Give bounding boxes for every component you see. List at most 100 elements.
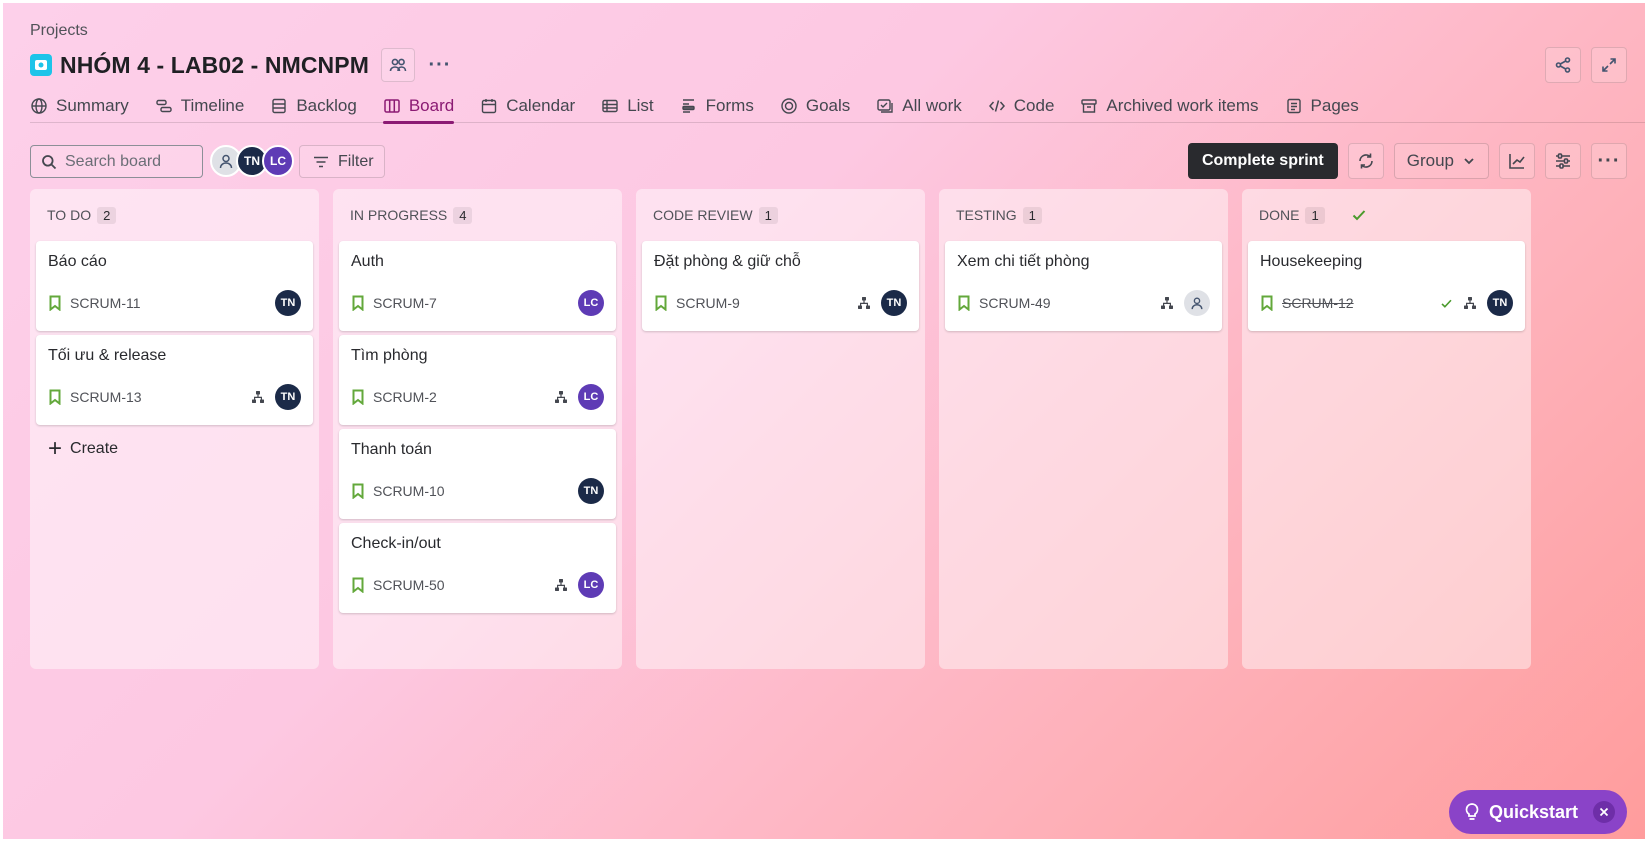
column-testing: TESTING 1 Xem chi tiết phòng SCRUM-49 [939,189,1228,669]
card[interactable]: Tối ưu & release SCRUM-13 TN [36,335,313,425]
insights-button[interactable] [1499,143,1535,179]
card-key[interactable]: SCRUM-10 [373,483,445,499]
complete-sprint-button[interactable]: Complete sprint [1187,143,1338,179]
chart-trend-icon [1509,154,1525,169]
card[interactable]: Xem chi tiết phòng SCRUM-49 [945,241,1222,331]
project-avatar-icon [30,54,52,76]
tab-all-work[interactable]: All work [876,89,962,123]
more-icon: ··· [1597,149,1621,172]
tab-label: All work [902,96,962,115]
tab-goals[interactable]: Goals [780,89,850,123]
archive-icon [1080,97,1098,115]
tab-summary[interactable]: Summary [30,89,129,123]
tab-label: List [627,96,654,115]
forms-icon [680,97,698,115]
column-todo: TO DO 2 Báo cáo SCRUM-11 TN Tối ưu & rel… [30,189,319,669]
card-key[interactable]: SCRUM-49 [979,295,1051,311]
board-icon [383,97,401,115]
column-header[interactable]: DONE 1 [1248,189,1525,241]
tab-label: Backlog [296,96,357,115]
card[interactable]: Check-in/out SCRUM-50 LC [339,523,616,613]
story-icon [352,295,364,311]
story-icon [352,483,364,499]
card-title: Housekeeping [1260,253,1363,270]
expand-icon [1602,58,1616,72]
assignee-avatar[interactable]: TN [1487,290,1513,316]
tab-label: Goals [805,96,851,115]
page-title: NHÓM 4 - LAB02 - NMCNPM [60,51,369,78]
assignee-avatar[interactable]: TN [578,478,604,504]
team-button[interactable] [380,48,415,82]
quickstart-button[interactable]: Quickstart [1449,790,1627,834]
column-header[interactable]: TO DO 2 [36,189,313,241]
tab-calendar[interactable]: Calendar [480,89,575,123]
card-key[interactable]: SCRUM-9 [676,295,740,311]
tab-label: Board [408,96,455,115]
column-header[interactable]: TESTING 1 [945,189,1222,241]
card-key[interactable]: SCRUM-2 [373,389,437,405]
tab-board[interactable]: Board [382,89,455,124]
assignee-avatar-unassigned[interactable] [1184,290,1210,316]
tab-list[interactable]: List [601,89,654,123]
all-work-icon [876,97,894,115]
card[interactable]: Housekeeping SCRUM-12 TN [1248,241,1525,331]
sprint-retro-button[interactable] [1347,143,1384,179]
card[interactable]: Tìm phòng SCRUM-2 LC [339,335,616,425]
code-icon [988,97,1006,115]
search-input[interactable] [65,152,195,171]
quickstart-close-button[interactable] [1593,801,1615,823]
tab-code[interactable]: Code [988,89,1055,123]
subtasks-icon [1464,297,1476,309]
column-name: DONE [1259,207,1300,223]
assignee-avatar[interactable]: LC [578,290,604,316]
story-icon [655,295,667,311]
column-header[interactable]: IN PROGRESS 4 [339,189,616,241]
assignee-avatar[interactable]: TN [275,290,301,316]
project-more-button[interactable]: ··· [423,48,457,82]
card[interactable]: Thanh toán SCRUM-10 TN [339,429,616,519]
card[interactable]: Đặt phòng & giữ chỗ SCRUM-9 TN [642,241,919,331]
breadcrumb[interactable]: Projects [30,22,88,40]
search-icon [42,154,57,169]
card-key[interactable]: SCRUM-11 [70,295,141,311]
card-key[interactable]: SCRUM-13 [70,389,142,405]
column-header[interactable]: CODE REVIEW 1 [642,189,919,241]
tab-archived-work-items[interactable]: Archived work items [1080,89,1259,123]
tab-timeline[interactable]: Timeline [155,89,245,123]
assignee-avatar[interactable]: TN [881,290,907,316]
tab-pages[interactable]: Pages [1285,89,1359,123]
fullscreen-button[interactable] [1591,47,1627,83]
group-dropdown[interactable]: Group [1393,143,1489,179]
card-key[interactable]: SCRUM-50 [373,577,445,593]
card-title: Báo cáo [48,253,107,270]
assignee-avatar[interactable]: LC [578,384,604,410]
tab-forms[interactable]: Forms [680,89,754,123]
create-button[interactable]: + Create [36,429,313,469]
tab-label: Timeline [180,96,245,115]
close-icon [1599,807,1609,817]
globe-icon [30,97,48,115]
quickstart-label: Quickstart [1489,801,1579,822]
assignee-avatar[interactable]: TN [275,384,301,410]
column-count: 1 [1022,206,1042,224]
card[interactable]: Auth SCRUM-7 LC [339,241,616,331]
card[interactable]: Báo cáo SCRUM-11 TN [36,241,313,331]
assignee-filter-avatars: TN LC [210,145,294,177]
share-button[interactable] [1545,47,1581,83]
column-done: DONE 1 Housekeeping SCRUM-12 TN [1242,189,1531,669]
column-in-progress: IN PROGRESS 4 Auth SCRUM-7 LC Tìm phòng … [333,189,622,669]
assignee-avatar[interactable]: LC [578,572,604,598]
pages-icon [1285,97,1303,115]
card-key[interactable]: SCRUM-7 [373,295,437,311]
subtasks-icon [252,391,264,403]
avatar-lc[interactable]: LC [262,145,294,177]
board-more-button[interactable]: ··· [1591,143,1627,179]
view-settings-button[interactable] [1545,143,1581,179]
filter-button[interactable]: Filter [299,145,385,178]
column-count: 2 [97,206,117,224]
column-count: 1 [758,206,778,224]
tab-label: Code [1013,96,1055,115]
card-key[interactable]: SCRUM-12 [1282,295,1354,311]
tab-backlog[interactable]: Backlog [270,89,357,123]
search-box[interactable] [30,145,203,178]
